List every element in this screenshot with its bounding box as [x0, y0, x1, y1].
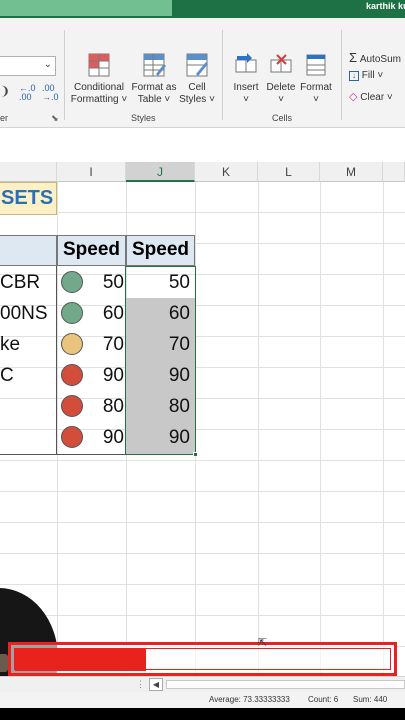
decrease-decimal-button[interactable]: .00 →.0	[42, 84, 59, 102]
format-as-table-label: Format as	[131, 82, 177, 93]
scroll-left-button[interactable]: ◀	[149, 678, 163, 691]
status-count[interactable]: Count: 6	[308, 695, 338, 704]
autosum-label: AutoSum	[359, 54, 401, 65]
chevron-down-icon: ˅	[278, 94, 284, 105]
status-circle-icon	[61, 395, 83, 417]
autosum-button[interactable]: Σ AutoSum	[349, 50, 401, 65]
fill-handle[interactable]	[193, 452, 198, 457]
increase-decimal-button[interactable]: ←.0.00	[19, 84, 36, 102]
format-painter-icon[interactable]: ❩	[0, 85, 10, 97]
speed-cell-i[interactable]: 90	[82, 422, 124, 453]
format-cells-icon	[306, 54, 326, 76]
selection-border	[125, 266, 196, 455]
model-name-cell[interactable]: CBR	[0, 267, 56, 298]
cell-styles-label: Cell	[188, 82, 206, 93]
ribbon-separator	[341, 30, 342, 120]
table-header-speed-i[interactable]: Speed	[57, 235, 126, 266]
fill-label: Fill ˅	[361, 70, 384, 81]
formula-area	[0, 128, 405, 162]
styles-group-label: Styles	[131, 113, 156, 123]
delete-label: Delete	[266, 82, 296, 93]
table-header-cell[interactable]	[0, 235, 57, 266]
status-circle-icon	[61, 302, 83, 324]
status-sum[interactable]: Sum: 440	[353, 695, 387, 704]
chevron-down-icon: ˅	[243, 94, 249, 105]
excel-window: karthik ku ⌄ ❩ ←.0.00 .00 →.0 er ⬊ Condit…	[0, 0, 405, 720]
progress-overlay	[8, 642, 397, 676]
column-header-j[interactable]: J	[126, 162, 195, 182]
clear-button[interactable]: ◇ Clear ˅	[349, 90, 393, 103]
delete-button[interactable]: Delete ˅	[264, 52, 298, 106]
speed-cell-i[interactable]: 60	[82, 298, 124, 329]
speed-cell-i[interactable]: 50	[82, 267, 124, 298]
scroll-thumb[interactable]	[166, 680, 405, 689]
grid-line	[320, 182, 321, 690]
fill-down-icon: ↓	[349, 71, 359, 81]
format-as-table-icon	[143, 53, 166, 77]
column-header-l[interactable]: L	[258, 162, 320, 182]
sigma-icon: Σ	[349, 50, 358, 65]
model-name-cell[interactable]: C	[0, 360, 56, 391]
insert-button[interactable]: Insert ˅	[228, 52, 264, 106]
conditional-formatting-label-2: Formatting ˅	[70, 94, 128, 105]
title-bar-accent	[0, 0, 172, 16]
status-bar: Average: 73.33333333 Count: 6 Sum: 440	[0, 692, 405, 708]
column-header-k[interactable]: K	[195, 162, 258, 182]
insert-cells-icon	[235, 53, 257, 73]
cell-styles-button[interactable]: Cell Styles ˅	[176, 52, 218, 106]
cell-styles-icon	[186, 53, 208, 77]
conditional-formatting-label: Conditional	[73, 82, 125, 93]
eraser-icon: ◇	[349, 91, 358, 103]
format-button[interactable]: Format ˅	[298, 52, 334, 106]
status-average[interactable]: Average: 73.33333333	[209, 695, 290, 704]
format-as-table-button[interactable]: Format as Table ˅	[128, 52, 180, 106]
speed-cell-i[interactable]: 90	[82, 360, 124, 391]
grid-line	[258, 182, 259, 690]
ribbon-separator	[222, 30, 223, 120]
title-bar: karthik ku	[0, 0, 405, 18]
horizontal-scrollbar[interactable]: ⋮ ◀	[0, 676, 405, 692]
column-header-h[interactable]	[0, 162, 57, 182]
number-format-dropdown[interactable]: ⌄	[0, 56, 56, 76]
sheet-tab-splitter-icon[interactable]: ⋮	[136, 679, 145, 690]
ribbon-separator	[64, 30, 65, 120]
format-as-table-label-2: Table ˅	[137, 94, 171, 105]
chevron-down-icon: ⌄	[43, 59, 52, 70]
conditional-formatting-icon	[88, 53, 110, 77]
format-label: Format	[300, 82, 332, 93]
delete-cells-icon	[270, 54, 292, 73]
presenter-face	[0, 654, 8, 672]
number-dialog-launcher-icon[interactable]: ⬊	[51, 113, 59, 124]
column-header-i[interactable]: I	[57, 162, 126, 182]
clear-label: Clear ˅	[360, 92, 393, 103]
user-name[interactable]: karthik ku	[366, 1, 405, 11]
status-circle-icon	[61, 426, 83, 448]
fill-button[interactable]: ↓ Fill ˅	[349, 70, 383, 81]
cells-group-label: Cells	[272, 113, 293, 123]
column-header-m[interactable]: M	[320, 162, 383, 182]
title-cell[interactable]: SETS	[0, 182, 57, 215]
mouse-cursor-icon: ⇱	[258, 637, 268, 649]
status-circle-icon	[61, 364, 83, 386]
status-circle-icon	[61, 333, 83, 355]
conditional-formatting-button[interactable]: Conditional Formatting ˅	[70, 52, 128, 106]
speed-cell-i[interactable]: 80	[82, 391, 124, 422]
column-header-n[interactable]	[383, 162, 405, 182]
status-circle-icon	[61, 271, 83, 293]
table-header-speed-j[interactable]: Speed	[126, 235, 195, 266]
insert-label: Insert	[233, 82, 259, 93]
number-group-label: er	[0, 113, 9, 123]
grid-line	[383, 182, 384, 690]
chevron-down-icon: ˅	[313, 94, 319, 105]
bottom-bar	[0, 708, 405, 720]
progress-bar-fill	[15, 649, 146, 671]
cell-styles-label-2: Styles ˅	[179, 94, 215, 105]
model-name-cell[interactable]: 00NS	[0, 298, 56, 329]
speed-cell-i[interactable]: 70	[82, 329, 124, 360]
model-name-cell[interactable]: ke	[0, 329, 56, 360]
